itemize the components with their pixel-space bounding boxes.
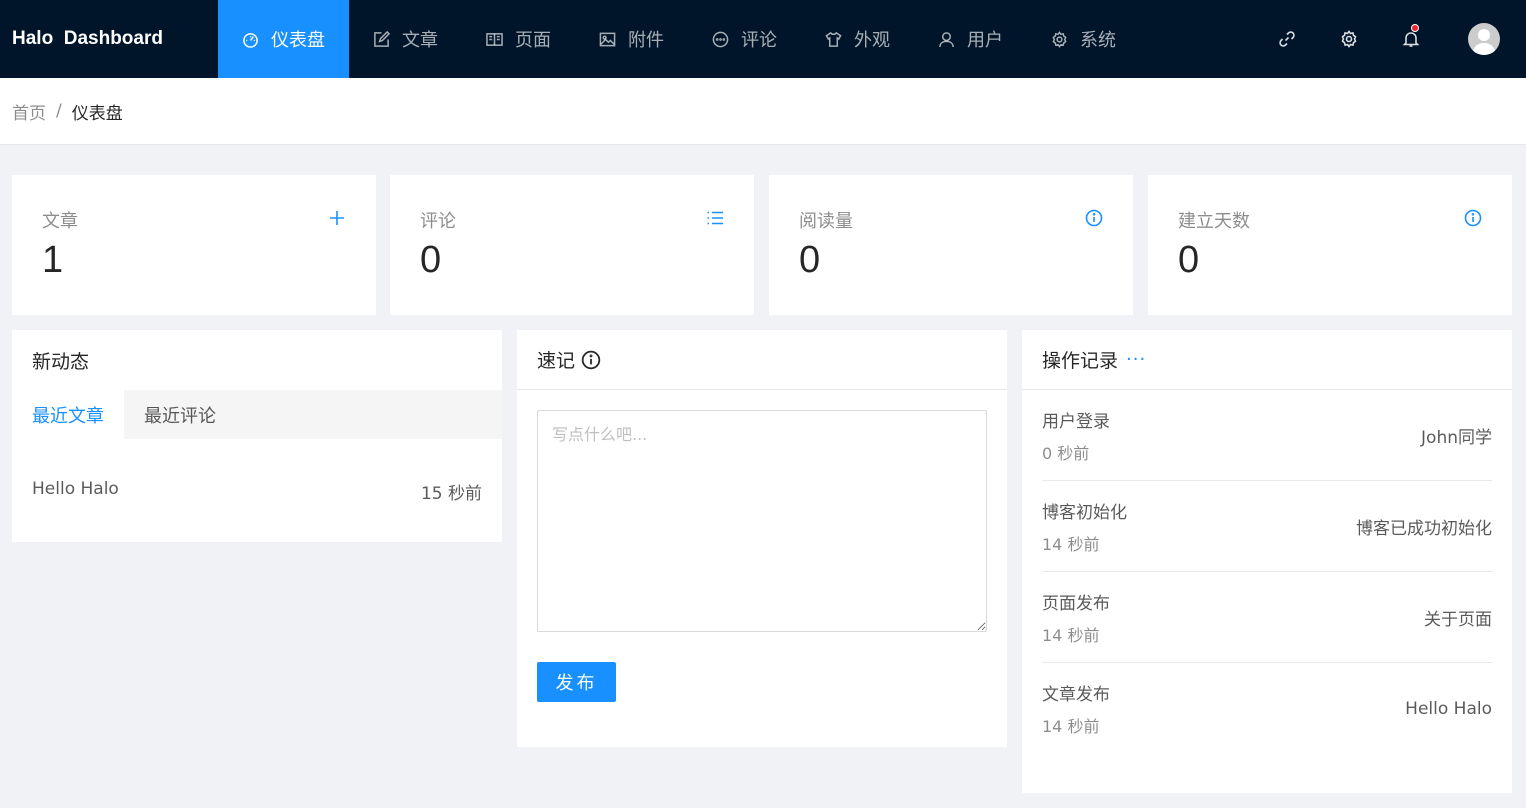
log-time: 0 秒前 xyxy=(1042,443,1090,463)
nav-item-attachments[interactable]: 附件 xyxy=(575,0,688,78)
nav-label: 页面 xyxy=(515,30,551,51)
log-item: 博客初始化 14 秒前 博客已成功初始化 xyxy=(1042,481,1492,572)
nav-label: 用户 xyxy=(967,30,1003,51)
main-nav: 仪表盘 文章 页面 附件 评论 外观 用户 系统 xyxy=(218,0,1140,78)
list-icon xyxy=(707,211,723,225)
nav-item-users[interactable]: 用户 xyxy=(914,0,1027,78)
nav-label: 评论 xyxy=(741,30,777,51)
breadcrumb-home[interactable]: 首页 xyxy=(12,99,46,124)
user-icon xyxy=(939,31,954,47)
stat-value: 0 xyxy=(799,239,821,281)
comments-list-button[interactable] xyxy=(706,209,724,231)
log-title: 博客初始化 xyxy=(1042,502,1127,523)
breadcrumb-current: 仪表盘 xyxy=(71,103,123,124)
stat-title: 阅读量 xyxy=(799,211,853,232)
notification-badge xyxy=(1411,24,1419,32)
log-content: 博客已成功初始化 xyxy=(1356,518,1492,539)
logs-title: 操作记录 xyxy=(1042,350,1119,372)
dashboard-icon xyxy=(243,32,258,48)
log-list: 用户登录 0 秒前 John同学 博客初始化 14 秒前 博客已成功初始化 页面… xyxy=(1022,390,1512,754)
app-logo[interactable]: Halo Dashboard xyxy=(0,28,218,50)
views-info-button[interactable] xyxy=(1085,209,1103,231)
header-actions xyxy=(1256,0,1526,78)
log-item: 页面发布 14 秒前 关于页面 xyxy=(1042,572,1492,663)
link-button[interactable] xyxy=(1256,0,1318,78)
stat-value: 0 xyxy=(420,239,442,281)
panel-title: 操作记录 ··· xyxy=(1022,330,1512,390)
log-time: 14 秒前 xyxy=(1042,625,1100,645)
log-title: 页面发布 xyxy=(1042,593,1110,614)
avatar[interactable] xyxy=(1468,23,1500,55)
nav-label: 附件 xyxy=(628,30,664,51)
logs-panel: 操作记录 ··· 用户登录 0 秒前 John同学 博客初始化 14 秒前 博客… xyxy=(1022,330,1512,793)
memo-title: 速记 xyxy=(537,350,576,372)
post-time: 15 秒前 xyxy=(420,484,482,504)
memo-panel: 速记 发布 xyxy=(517,330,1007,747)
skin-icon xyxy=(825,31,842,47)
nav-label: 外观 xyxy=(854,30,890,51)
nav-item-system[interactable]: 系统 xyxy=(1027,0,1140,78)
breadcrumb-separator: / xyxy=(56,101,62,121)
add-post-button[interactable] xyxy=(328,209,346,231)
stat-card-comments: 评论 0 xyxy=(390,175,754,315)
memo-body: 发布 xyxy=(517,390,1007,722)
gear-icon xyxy=(1341,30,1357,48)
nav-label: 系统 xyxy=(1080,30,1116,51)
settings-button[interactable] xyxy=(1318,0,1380,78)
tab-recent-comments[interactable]: 最近评论 xyxy=(124,390,236,439)
log-item: 文章发布 14 秒前 Hello Halo xyxy=(1042,663,1492,754)
publish-button[interactable]: 发布 xyxy=(537,662,616,702)
nav-item-appearance[interactable]: 外观 xyxy=(801,0,914,78)
stat-title: 建立天数 xyxy=(1178,211,1250,232)
book-icon xyxy=(486,32,503,46)
stat-card-posts: 文章 1 xyxy=(12,175,376,315)
list-item: Hello Halo 15 秒前 xyxy=(12,439,502,504)
log-time: 14 秒前 xyxy=(1042,534,1100,554)
panel-title: 新动态 xyxy=(12,330,502,390)
activity-title: 新动态 xyxy=(32,350,90,373)
stat-card-views: 阅读量 0 xyxy=(769,175,1133,315)
user-menu[interactable] xyxy=(1442,0,1526,78)
nav-item-dashboard[interactable]: 仪表盘 xyxy=(218,0,349,78)
log-time: 14 秒前 xyxy=(1042,717,1100,736)
days-info-button[interactable] xyxy=(1464,209,1482,231)
more-icon[interactable]: ··· xyxy=(1126,349,1146,370)
stat-value: 1 xyxy=(42,239,64,281)
picture-icon xyxy=(599,32,616,46)
info-icon xyxy=(1085,209,1103,227)
log-content: Hello Halo xyxy=(1405,698,1492,719)
tab-recent-posts[interactable]: 最近文章 xyxy=(12,390,124,439)
log-title: 用户登录 xyxy=(1042,411,1110,432)
log-title: 文章发布 xyxy=(1042,685,1110,705)
stat-value: 0 xyxy=(1178,239,1200,281)
stat-card-days: 建立天数 0 xyxy=(1148,175,1512,315)
plus-icon xyxy=(330,211,344,225)
memo-textarea[interactable] xyxy=(537,410,987,632)
notifications-button[interactable] xyxy=(1380,0,1442,78)
bell-icon xyxy=(1402,32,1420,47)
info-icon xyxy=(1464,209,1482,227)
log-content: 关于页面 xyxy=(1424,609,1492,630)
link-icon xyxy=(1279,31,1295,47)
panel-title: 速记 xyxy=(517,330,1007,390)
nav-item-posts[interactable]: 文章 xyxy=(349,0,462,78)
nav-item-comments[interactable]: 评论 xyxy=(688,0,801,78)
nav-label: 文章 xyxy=(402,30,438,51)
message-icon xyxy=(712,31,729,47)
post-title[interactable]: Hello Halo xyxy=(32,479,119,504)
log-content: John同学 xyxy=(1421,427,1492,448)
nav-item-pages[interactable]: 页面 xyxy=(462,0,575,78)
stat-title: 文章 xyxy=(42,211,78,232)
setting-icon xyxy=(1052,30,1067,48)
top-header: Halo Dashboard 仪表盘 文章 页面 附件 评论 外观 用户 系统 xyxy=(0,0,1526,78)
info-icon[interactable] xyxy=(581,350,601,370)
activity-panel: 新动态 最近文章 最近评论 Hello Halo 15 秒前 xyxy=(12,330,502,542)
stat-title: 评论 xyxy=(420,211,456,232)
log-item: 用户登录 0 秒前 John同学 xyxy=(1042,390,1492,481)
breadcrumb: 首页 / 仪表盘 xyxy=(0,78,1526,145)
edit-icon xyxy=(374,30,390,47)
activity-tabs: 最近文章 最近评论 xyxy=(12,390,502,439)
nav-label: 仪表盘 xyxy=(271,30,325,51)
